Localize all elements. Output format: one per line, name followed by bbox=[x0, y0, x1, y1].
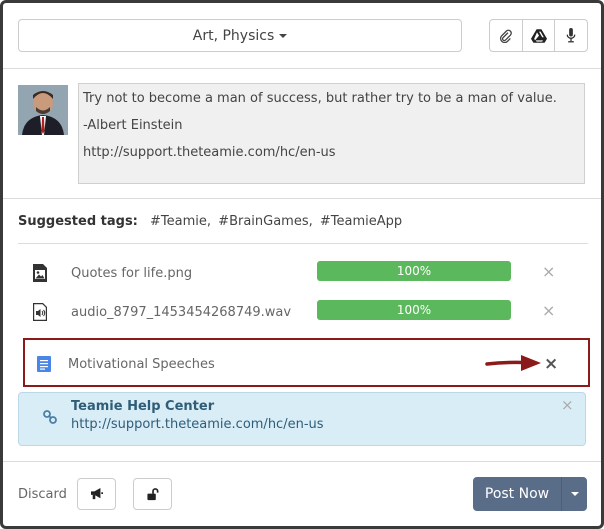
attachment-toolbar bbox=[489, 19, 588, 52]
header-divider bbox=[3, 68, 601, 69]
google-doc-name: Motivational Speeches bbox=[68, 357, 215, 372]
caret-down-icon bbox=[570, 492, 579, 496]
user-photo bbox=[18, 85, 68, 135]
attachment-name: audio_8797_1453454268749.wav bbox=[71, 305, 292, 320]
paperclip-icon bbox=[500, 29, 513, 43]
audio-file-icon bbox=[33, 303, 47, 321]
suggested-tags-label: Suggested tags: bbox=[18, 214, 138, 229]
group-selector[interactable]: Art, Physics bbox=[18, 19, 462, 52]
attachment-name: Quotes for life.png bbox=[71, 266, 193, 281]
link-preview-title[interactable]: Teamie Help Center bbox=[71, 399, 214, 414]
post-composer: Art, Physics Try not to become a man of … bbox=[0, 0, 604, 529]
tags-divider bbox=[18, 243, 588, 244]
upload-progress-bar: 100% bbox=[317, 300, 511, 320]
suggested-tags: Suggested tags: #Teamie, #BrainGames, #T… bbox=[18, 214, 405, 229]
paperclip-button[interactable] bbox=[490, 20, 523, 51]
unlock-icon bbox=[146, 487, 158, 500]
message-line: -Albert Einstein bbox=[83, 118, 183, 133]
megaphone-icon bbox=[90, 488, 103, 500]
google-drive-icon bbox=[530, 28, 547, 43]
attachment-row: Quotes for life.png 100% × bbox=[18, 258, 588, 288]
privacy-lock-button[interactable] bbox=[133, 478, 172, 510]
remove-attachment-button[interactable]: × bbox=[542, 301, 555, 320]
microphone-button[interactable] bbox=[555, 20, 587, 51]
post-options-dropdown[interactable] bbox=[561, 477, 587, 511]
group-selector-label: Art, Physics bbox=[192, 27, 275, 44]
link-preview-card: Teamie Help Center http://support.thetea… bbox=[18, 392, 586, 446]
caret-down-icon bbox=[279, 33, 288, 38]
announcement-button[interactable] bbox=[77, 478, 116, 510]
remove-attachment-button[interactable]: × bbox=[542, 262, 555, 281]
upload-progress-bar: 100% bbox=[317, 261, 511, 281]
microphone-icon bbox=[566, 28, 576, 43]
avatar bbox=[18, 85, 68, 135]
message-line: Try not to become a man of success, but … bbox=[83, 91, 557, 106]
tag-teamieapp[interactable]: #TeamieApp bbox=[320, 214, 402, 229]
google-doc-icon bbox=[37, 356, 51, 372]
message-line: http://support.theteamie.com/hc/en-us bbox=[83, 145, 336, 160]
remove-link-button[interactable]: × bbox=[561, 396, 574, 414]
footer-divider bbox=[3, 461, 601, 462]
google-drive-button[interactable] bbox=[523, 20, 556, 51]
discard-button[interactable]: Discard bbox=[18, 487, 67, 502]
image-file-icon bbox=[33, 264, 47, 282]
remove-doc-button[interactable]: × bbox=[544, 354, 558, 374]
google-doc-attachment: Motivational Speeches × bbox=[23, 338, 590, 387]
tag-teamie[interactable]: #Teamie, bbox=[150, 214, 211, 229]
tag-braingames[interactable]: #BrainGames, bbox=[218, 214, 313, 229]
pointer-arrow-icon bbox=[485, 355, 541, 371]
link-icon bbox=[43, 410, 57, 424]
attachment-row: audio_8797_1453454268749.wav 100% × bbox=[18, 297, 588, 327]
link-preview-url[interactable]: http://support.theteamie.com/hc/en-us bbox=[71, 417, 324, 432]
post-button-group: Post Now bbox=[473, 477, 587, 511]
composer-divider bbox=[3, 198, 601, 199]
post-now-button[interactable]: Post Now bbox=[473, 477, 561, 511]
post-message-input[interactable]: Try not to become a man of success, but … bbox=[78, 83, 585, 184]
